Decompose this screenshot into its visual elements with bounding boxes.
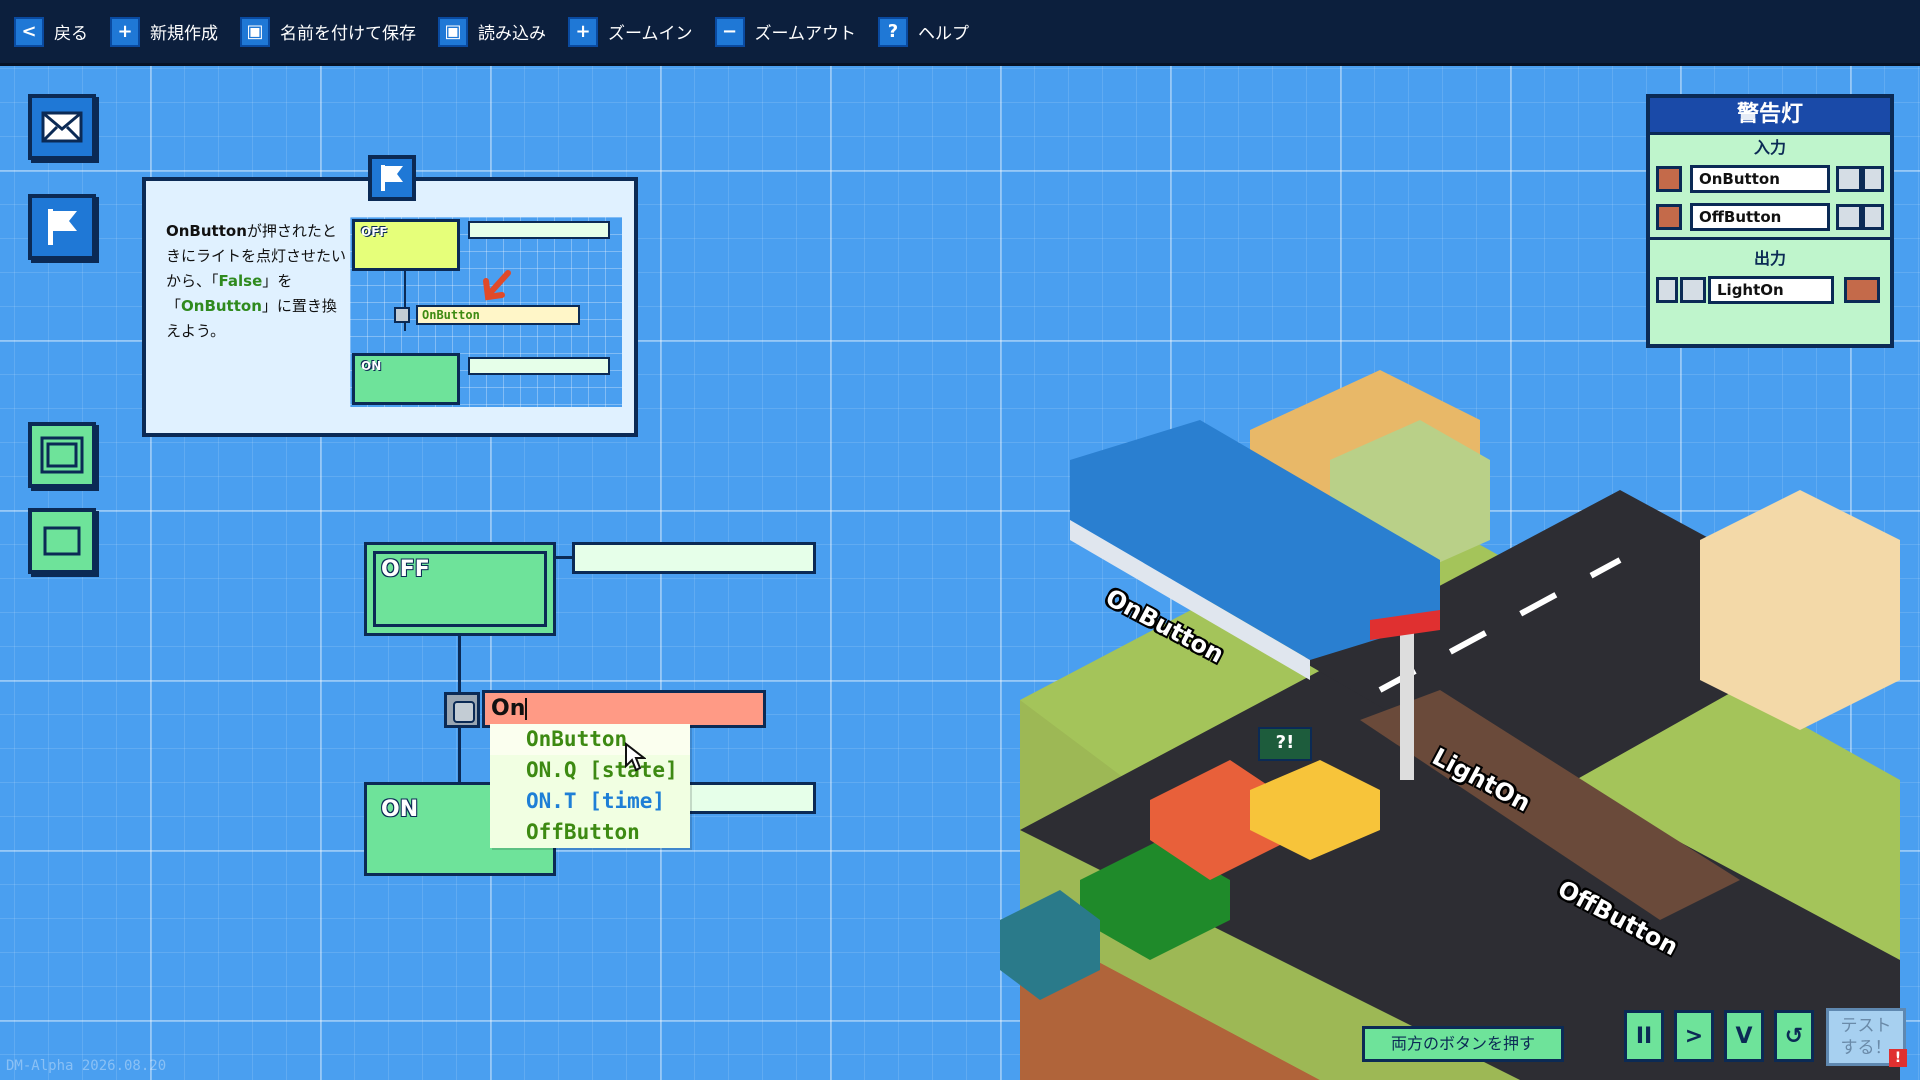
- save-as-label: 名前を付けて保存: [280, 24, 416, 44]
- io-divider: [1650, 237, 1890, 246]
- mouse-pointer-icon: [625, 742, 646, 772]
- tutorial-text: OnButtonが押されたときにライトを点灯させたいから、「False」を「On…: [166, 219, 346, 344]
- tutorial-keyword: False: [218, 272, 263, 290]
- input-row-onbutton[interactable]: OnButton: [1650, 161, 1890, 199]
- box-icon: [43, 526, 81, 556]
- check-button[interactable]: V: [1724, 1010, 1764, 1062]
- tutorial-keyword: OnButton: [181, 297, 262, 315]
- block-small-palette-button[interactable]: [28, 508, 96, 574]
- crossing-pole: [1400, 620, 1414, 780]
- input-port-icon: [1656, 166, 1682, 192]
- block-large-palette-button[interactable]: [28, 422, 96, 488]
- mini-on-label: ON: [361, 359, 382, 373]
- gear-icon: [1680, 277, 1706, 303]
- autocomplete-item[interactable]: ON.Q [state]: [490, 755, 690, 786]
- help-button[interactable]: ? ヘルプ: [878, 16, 969, 47]
- zoom-in-icon: +: [568, 16, 598, 47]
- on-action-field[interactable]: [686, 782, 816, 814]
- zoom-in-button[interactable]: + ズームイン: [568, 16, 693, 47]
- input-name: OffButton: [1690, 203, 1830, 231]
- input-row-offbutton[interactable]: OffButton: [1650, 199, 1890, 237]
- output-name: LightOn: [1708, 276, 1834, 304]
- mini-off-step: OFF: [352, 219, 460, 271]
- building: [1700, 490, 1900, 730]
- zoom-out-label: ズームアウト: [754, 24, 857, 44]
- autocomplete-dropdown: OnButton ON.Q [state] ON.T [time] OffBut…: [490, 724, 690, 848]
- plus-icon: +: [110, 16, 140, 47]
- mini-condition-knob: [394, 307, 410, 323]
- push-button-icon: [1836, 204, 1862, 230]
- on-step-label: ON: [381, 797, 419, 822]
- back-button[interactable]: < 戻る: [14, 16, 88, 47]
- mini-on-step: ON: [352, 353, 460, 405]
- save-icon: ▣: [240, 16, 270, 47]
- double-box-icon: [40, 436, 84, 474]
- help-label: ヘルプ: [918, 24, 969, 44]
- tutorial-card: OnButtonが押されたときにライトを点灯させたいから、「False」を「On…: [142, 155, 638, 437]
- check-icon: V: [1735, 1023, 1753, 1049]
- diorama-scene: [1000, 370, 1900, 1080]
- play-icon: >: [1684, 1023, 1704, 1049]
- version-label: DM-Alpha 2026.08.20: [6, 1058, 167, 1074]
- step-button[interactable]: >: [1674, 1010, 1714, 1062]
- off-step-block[interactable]: OFF: [364, 542, 556, 636]
- mini-condition-field: OnButton: [416, 305, 580, 325]
- tutorial-flag-badge: [368, 155, 416, 201]
- reset-button[interactable]: ↺: [1774, 1010, 1814, 1062]
- envelope-icon: [41, 111, 83, 143]
- output-row-lighton[interactable]: LightOn: [1650, 272, 1890, 310]
- input-port-icon: [1656, 204, 1682, 230]
- tutorial-keyword: OnButton: [166, 222, 247, 240]
- mini-action-field: [468, 357, 610, 375]
- condition-input[interactable]: On: [482, 690, 766, 728]
- goal-label: 両方のボタンを押す: [1362, 1026, 1564, 1062]
- flag-palette-button[interactable]: [28, 194, 96, 260]
- mail-palette-button[interactable]: [28, 94, 96, 160]
- off-action-field[interactable]: [572, 542, 816, 574]
- mini-action-field: [468, 221, 610, 239]
- zoom-out-button[interactable]: − ズームアウト: [714, 16, 857, 47]
- off-step-label: OFF: [381, 557, 430, 582]
- load-button[interactable]: ▣ 読み込み: [438, 16, 546, 47]
- pause-icon: II: [1635, 1023, 1653, 1049]
- push-button-icon: [1836, 166, 1862, 192]
- io-panel-title: 警告灯: [1650, 98, 1890, 135]
- transition-knob[interactable]: [444, 692, 480, 728]
- mini-off-label: OFF: [361, 225, 388, 239]
- toolbar: < 戻る + 新規作成 ▣ 名前を付けて保存 ▣ 読み込み + ズームイン − …: [0, 0, 1920, 66]
- autocomplete-item[interactable]: OnButton: [490, 724, 690, 755]
- io-panel: 警告灯 入力 OnButton OffButton 出力 LightOn: [1646, 94, 1894, 348]
- share-back-icon: <: [14, 16, 44, 47]
- toggle-icon: [1862, 166, 1884, 192]
- autocomplete-item[interactable]: ON.T [time]: [490, 786, 690, 817]
- flag-icon: [381, 165, 403, 191]
- speech-bubble: ?!: [1258, 727, 1312, 761]
- arrow-down-left-icon: [483, 270, 511, 301]
- load-icon: ▣: [438, 16, 468, 47]
- output-port-icon: [1844, 277, 1880, 303]
- input-name: OnButton: [1690, 165, 1830, 193]
- input-header: 入力: [1753, 138, 1786, 157]
- test-label: テスト する！: [1840, 1016, 1892, 1058]
- reset-icon: ↺: [1784, 1023, 1804, 1049]
- help-icon: ?: [878, 16, 908, 47]
- zoom-out-icon: −: [714, 16, 745, 47]
- alert-icon: !: [1889, 1049, 1907, 1067]
- pause-button[interactable]: II: [1624, 1010, 1664, 1062]
- tutorial-mini-diagram: OFF OnButton ON: [350, 217, 622, 407]
- back-label: 戻る: [54, 24, 88, 44]
- new-button[interactable]: + 新規作成: [110, 16, 218, 47]
- condition-text: On: [491, 696, 526, 721]
- flag-icon: [48, 209, 77, 245]
- toggle-icon: [1862, 204, 1884, 230]
- autocomplete-item[interactable]: OffButton: [490, 817, 690, 848]
- bulb-icon: [1656, 277, 1678, 303]
- test-button[interactable]: テスト する！ !: [1826, 1008, 1907, 1067]
- new-label: 新規作成: [150, 24, 218, 44]
- save-as-button[interactable]: ▣ 名前を付けて保存: [240, 16, 416, 47]
- output-header: 出力: [1753, 249, 1786, 268]
- text-cursor: [525, 698, 528, 720]
- load-label: 読み込み: [478, 24, 546, 44]
- zoom-in-label: ズームイン: [608, 24, 693, 44]
